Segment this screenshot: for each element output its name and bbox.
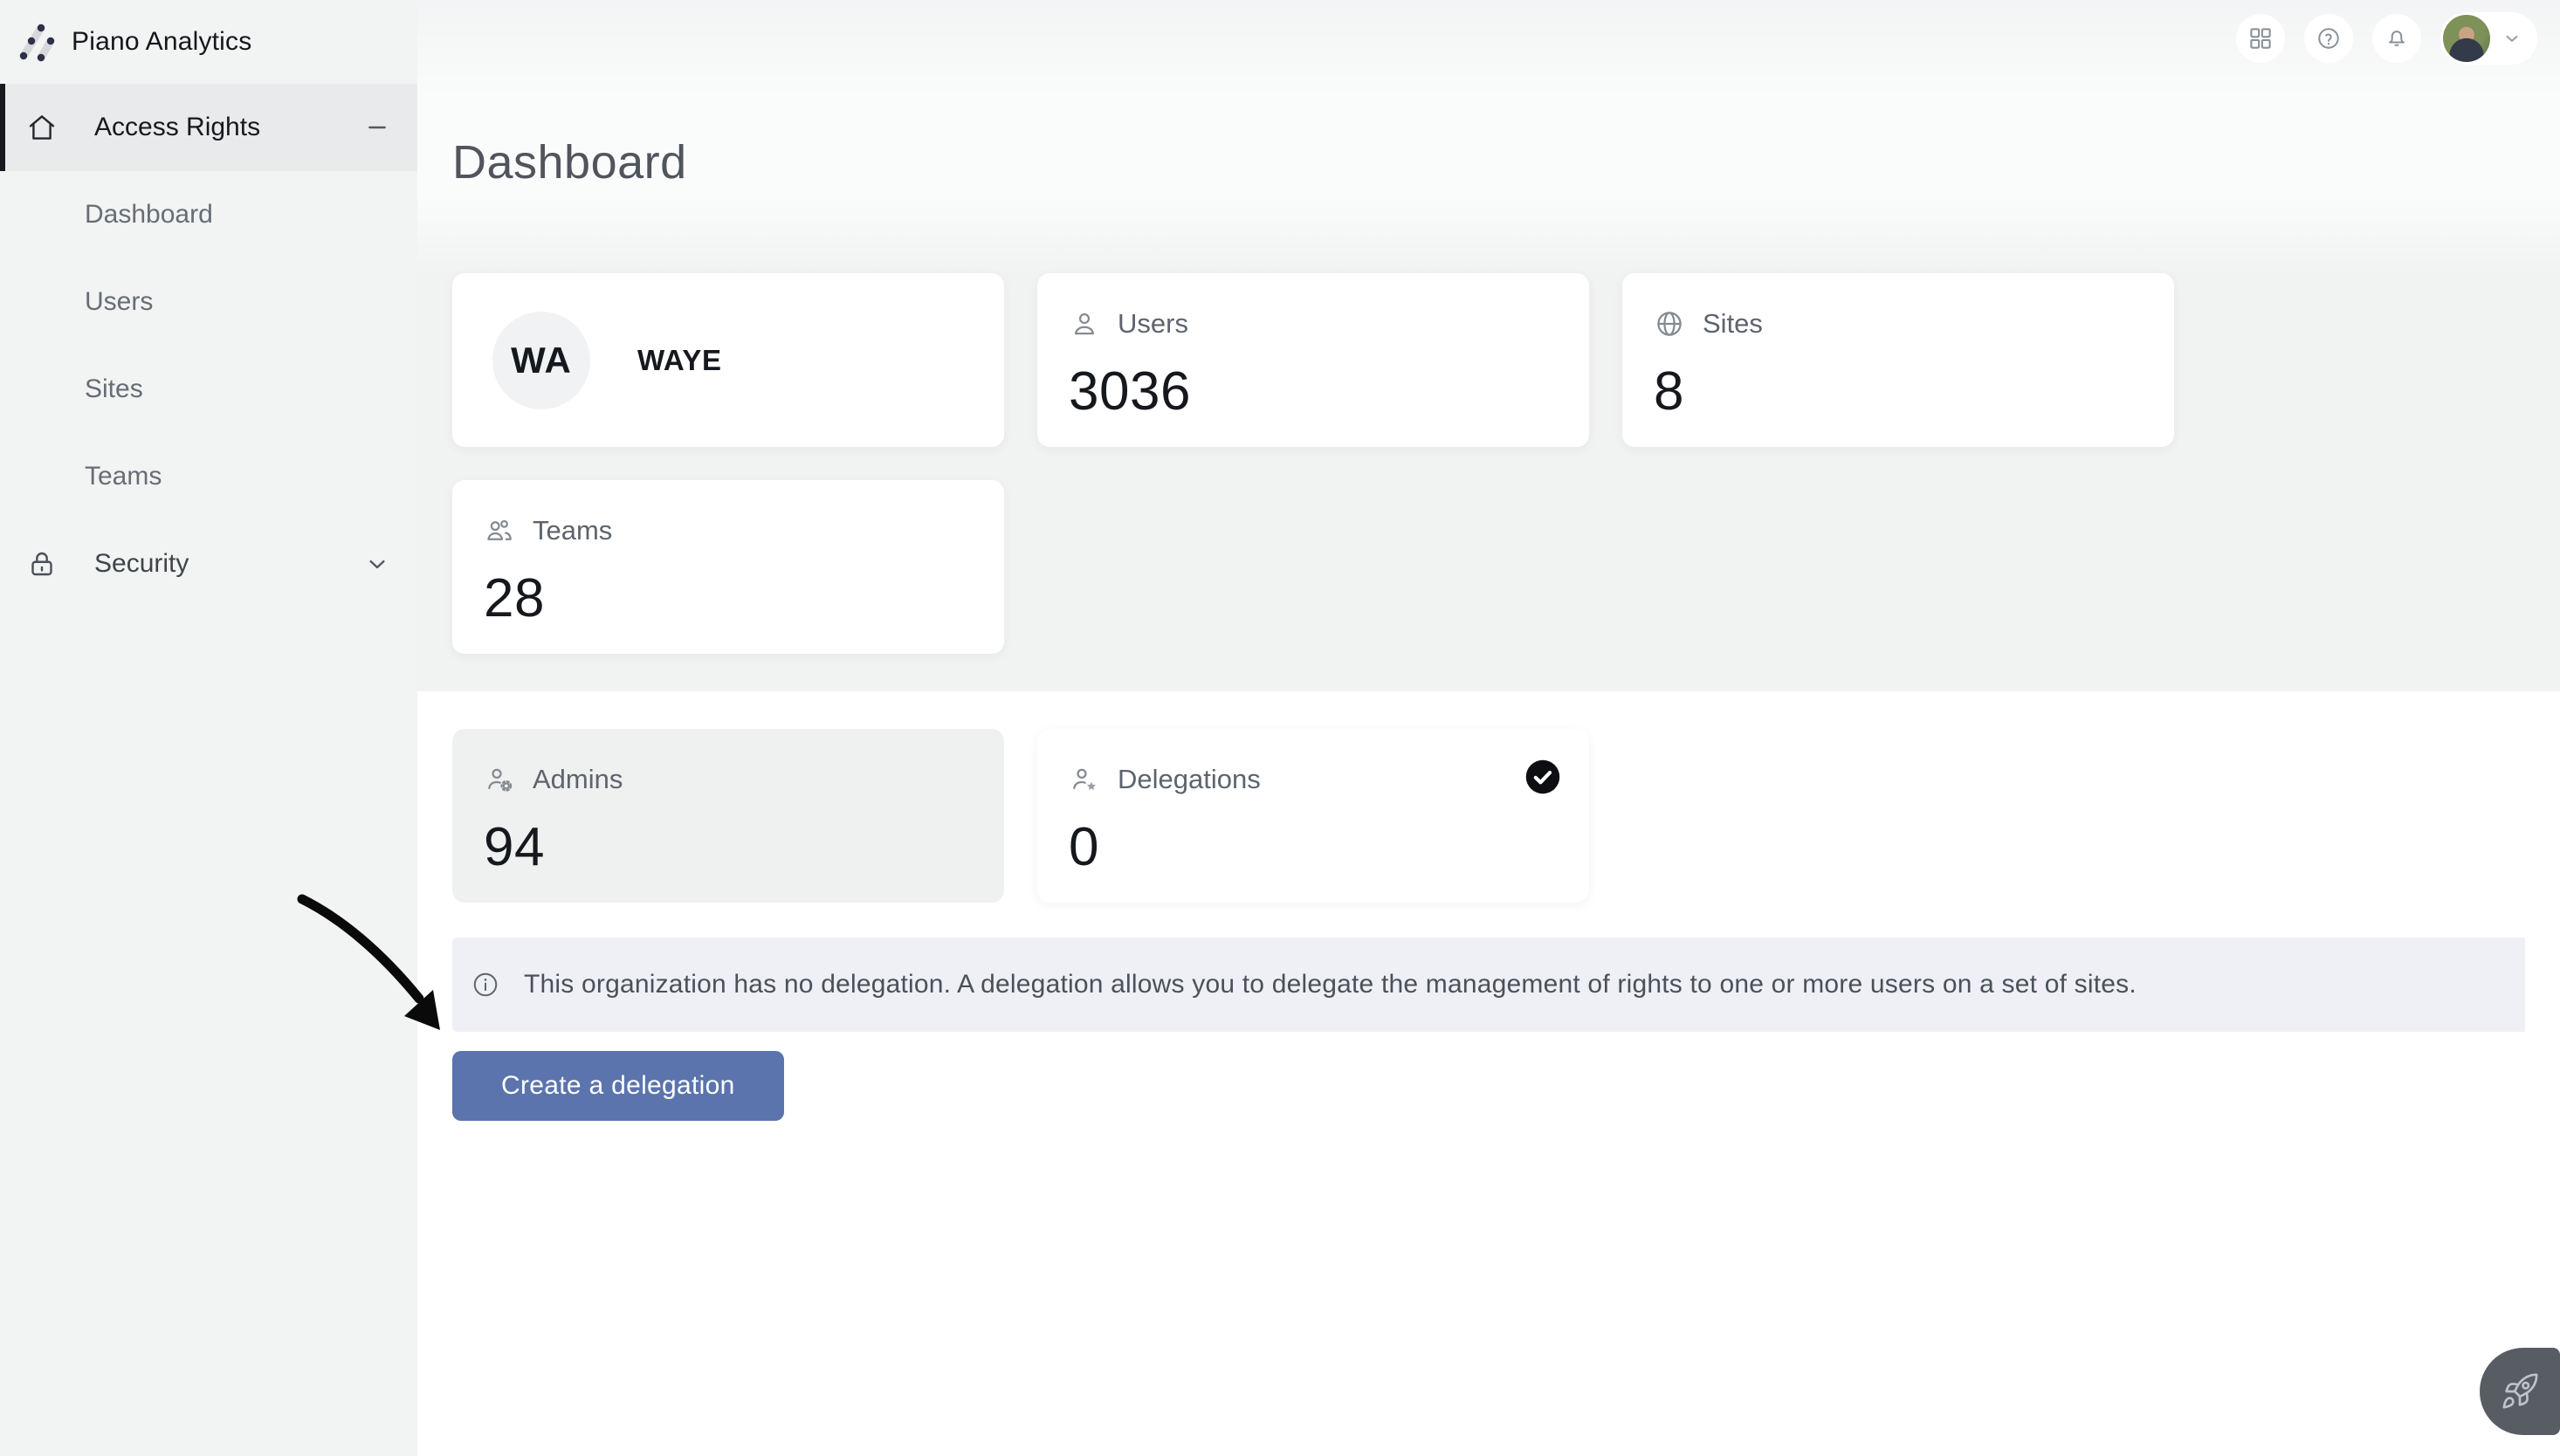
bell-icon: [2384, 25, 2410, 52]
teams-stat-card: Teams 28: [452, 480, 1004, 654]
sidebar-item-teams[interactable]: Teams: [0, 433, 417, 520]
organization-name: WAYE: [637, 344, 722, 377]
topbar-actions: [2236, 12, 2537, 65]
stat-value: 94: [484, 816, 973, 878]
stat-label: Admins: [533, 764, 623, 795]
main-area: Dashboard WA WAYE Users 3036: [417, 0, 2560, 1456]
apps-grid-button[interactable]: [2236, 14, 2285, 63]
user-avatar: [2443, 15, 2490, 62]
account-menu[interactable]: [2440, 12, 2537, 65]
notifications-button[interactable]: [2372, 14, 2421, 63]
sidebar-section-access-rights[interactable]: Access Rights: [0, 84, 417, 171]
no-delegation-banner: This organization has no delegation. A d…: [452, 937, 2525, 1032]
sidebar-item-users[interactable]: Users: [0, 258, 417, 346]
chevron-down-icon: [2501, 27, 2523, 50]
rocket-icon: [2500, 1371, 2540, 1411]
stat-value: 0: [1069, 816, 1558, 878]
info-icon: [471, 971, 499, 999]
help-button[interactable]: [2304, 14, 2353, 63]
lock-icon: [26, 548, 58, 580]
stat-label: Users: [1118, 308, 1188, 340]
sidebar-section-label: Access Rights: [94, 113, 363, 142]
sidebar-section-security[interactable]: Security: [0, 520, 417, 608]
banner-text: This organization has no delegation. A d…: [524, 970, 2137, 999]
chevron-down-icon[interactable]: [363, 550, 391, 578]
globe-icon: [1654, 308, 1685, 340]
collapse-minus-icon[interactable]: [363, 113, 391, 141]
rights-cards: Admins 94 Delegations: [452, 729, 2560, 903]
apps-grid-icon: [2247, 25, 2274, 52]
stat-label: Delegations: [1118, 764, 1261, 795]
sidebar: Piano Analytics Access Rights Dashboard …: [0, 0, 417, 1456]
sidebar-section-label: Security: [94, 549, 363, 579]
sidebar-item-sites[interactable]: Sites: [0, 346, 417, 433]
users-stat-card: Users 3036: [1037, 273, 1589, 447]
stat-label: Sites: [1703, 308, 1763, 340]
app-logo[interactable]: Piano Analytics: [0, 0, 417, 84]
delegations-stat-card: Delegations 0: [1037, 729, 1589, 903]
check-circle-icon: [1524, 759, 1561, 795]
user-star-icon: [1069, 764, 1100, 795]
stat-value: 3036: [1069, 361, 1558, 422]
user-gear-icon: [484, 764, 515, 795]
organization-avatar: WA: [492, 312, 590, 409]
sites-stat-card: Sites 8: [1622, 273, 2174, 447]
app-name: Piano Analytics: [72, 27, 251, 57]
page-content: Dashboard WA WAYE Users 3036: [417, 0, 2560, 1121]
admins-stat-card: Admins 94: [452, 729, 1004, 903]
quick-launch-button[interactable]: [2480, 1348, 2560, 1435]
overview-cards: WA WAYE Users 3036: [452, 273, 2181, 654]
stat-label: Teams: [533, 515, 612, 546]
stat-value: 8: [1654, 361, 2143, 422]
piano-analytics-logo-icon: [17, 22, 58, 62]
help-icon: [2316, 25, 2342, 52]
user-icon: [1069, 308, 1100, 340]
create-delegation-button[interactable]: Create a delegation: [452, 1051, 784, 1121]
home-icon: [26, 112, 58, 143]
sidebar-nav: Access Rights Dashboard Users Sites Team…: [0, 84, 417, 608]
users-icon: [484, 515, 515, 546]
sidebar-item-dashboard[interactable]: Dashboard: [0, 171, 417, 258]
stat-value: 28: [484, 567, 973, 629]
organization-card: WA WAYE: [452, 273, 1004, 447]
